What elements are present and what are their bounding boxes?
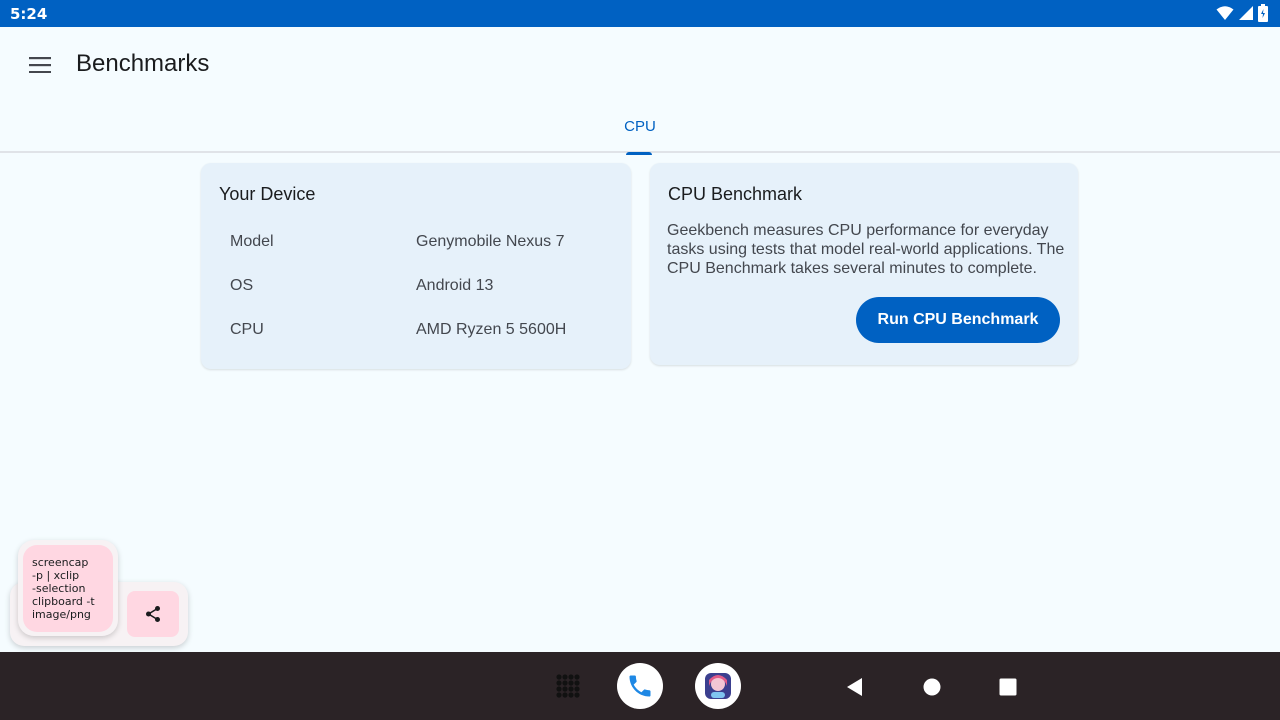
device-card-title: Your Device [219, 184, 316, 204]
tab-cpu[interactable]: CPU [602, 101, 678, 155]
device-card: Your Device Model Genymobile Nexus 7 OS … [201, 163, 631, 369]
spec-key: CPU [230, 321, 264, 338]
status-icons [1216, 4, 1268, 22]
tab-bar: CPU [0, 101, 1280, 155]
menu-button[interactable] [18, 43, 62, 87]
phone-icon [629, 675, 651, 697]
avatar-icon [705, 673, 731, 699]
benchmark-description: Geekbench measures CPU performance for e… [667, 222, 1065, 277]
avatar-app-button[interactable] [695, 663, 741, 709]
wifi-icon [1216, 6, 1234, 20]
status-bar: 5:24 [0, 0, 1280, 27]
back-icon [847, 678, 862, 696]
command-bubble[interactable]: screencap -p | xclip -selection clipboar… [23, 545, 113, 632]
share-button[interactable] [127, 591, 179, 637]
phone-app-button[interactable] [617, 663, 663, 709]
home-button[interactable] [919, 674, 945, 700]
recents-icon [999, 678, 1017, 696]
spec-key: Model [230, 233, 274, 250]
navigation-bar [0, 652, 1280, 720]
spec-value: AMD Ryzen 5 5600H [416, 321, 567, 338]
signal-icon [1239, 6, 1253, 20]
recents-button[interactable] [995, 674, 1021, 700]
home-icon [923, 678, 941, 696]
page-title: Benchmarks [76, 50, 210, 77]
run-cpu-benchmark-button[interactable]: Run CPU Benchmark [856, 297, 1060, 343]
tab-label: CPU [624, 118, 656, 135]
benchmark-card-title: CPU Benchmark [668, 184, 803, 204]
spec-value: Genymobile Nexus 7 [416, 233, 565, 250]
cpu-benchmark-card: CPU Benchmark Geekbench measures CPU per… [650, 163, 1078, 365]
apps-grid-button[interactable] [552, 670, 584, 702]
status-time: 5:24 [10, 5, 48, 23]
share-icon [146, 606, 160, 622]
apps-grid-icon [556, 674, 580, 698]
tab-indicator [626, 152, 652, 155]
menu-icon [29, 57, 51, 73]
spec-key: OS [230, 277, 254, 294]
app-bar: Benchmarks [0, 27, 1280, 101]
spec-value: Android 13 [416, 277, 494, 294]
command-text: screencap -p | xclip -selection clipboar… [32, 556, 95, 621]
back-button[interactable] [842, 674, 868, 700]
battery-icon [1258, 4, 1268, 22]
